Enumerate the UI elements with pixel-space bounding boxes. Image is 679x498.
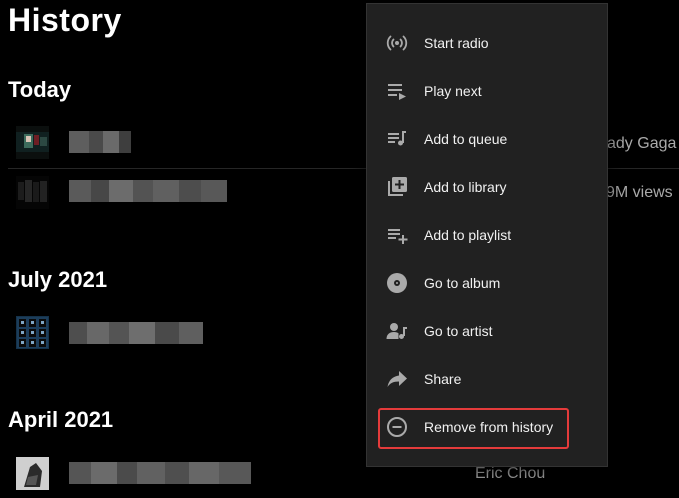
play-next-icon	[385, 79, 409, 103]
section-heading-today: Today	[8, 77, 72, 102]
queue-icon	[385, 127, 409, 151]
menu-item-start-radio[interactable]: Start radio	[367, 19, 607, 67]
menu-item-label: Play next	[424, 83, 482, 99]
menu-item-label: Go to artist	[424, 323, 493, 339]
artist-name: Eric Chou	[475, 465, 546, 482]
menu-item-go-to-artist[interactable]: Go to artist	[367, 307, 607, 355]
menu-item-label: Add to queue	[424, 131, 508, 147]
section-heading-july-2021: July 2021	[8, 267, 108, 292]
share-icon	[385, 367, 409, 391]
menu-item-label: Go to album	[424, 275, 501, 291]
menu-item-add-to-queue[interactable]: Add to queue	[367, 115, 607, 163]
menu-item-add-to-playlist[interactable]: Add to playlist	[367, 211, 607, 259]
menu-item-share[interactable]: Share	[367, 355, 607, 403]
artist-icon	[385, 319, 409, 343]
menu-item-label: Start radio	[424, 35, 489, 51]
view-count: 9M views	[606, 184, 673, 201]
playlist-add-icon	[385, 223, 409, 247]
menu-item-add-to-library[interactable]: Add to library	[367, 163, 607, 211]
menu-item-play-next[interactable]: Play next	[367, 67, 607, 115]
menu-item-label: Add to library	[424, 179, 507, 195]
album-icon	[385, 271, 409, 295]
blurred-song-title	[69, 462, 251, 484]
page-title: History	[8, 2, 122, 38]
blurred-song-title	[69, 322, 203, 344]
context-menu: Start radio Play next Add to queue Add t…	[366, 3, 608, 467]
blurred-song-title	[69, 131, 131, 153]
song-thumbnail[interactable]	[16, 176, 49, 209]
song-thumbnail[interactable]	[16, 457, 49, 490]
menu-item-go-to-album[interactable]: Go to album	[367, 259, 607, 307]
radio-icon	[385, 31, 409, 55]
song-thumbnail[interactable]	[16, 126, 49, 159]
menu-item-label: Share	[424, 371, 462, 387]
menu-item-label: Add to playlist	[424, 227, 512, 243]
section-heading-april-2021: April 2021	[8, 407, 114, 432]
blurred-song-title	[69, 180, 227, 202]
artist-name: ady Gaga	[607, 135, 677, 152]
highlight-box	[378, 408, 569, 449]
song-thumbnail[interactable]	[16, 316, 49, 349]
library-add-icon	[385, 175, 409, 199]
